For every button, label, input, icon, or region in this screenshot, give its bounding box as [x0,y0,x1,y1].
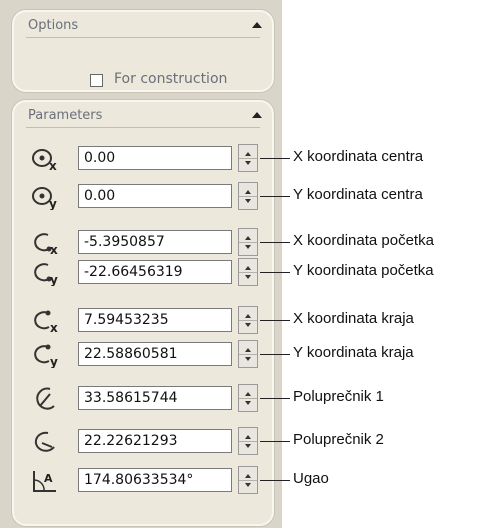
param-row-center-x: x X koordinata centra [0,144,423,174]
param-row-end-y: y Y koordinata kraja [0,340,414,370]
start-y-icon: y [30,260,62,286]
end-y-spinner[interactable] [238,340,258,368]
svg-text:A: A [44,472,53,485]
end-x-input[interactable] [78,308,232,332]
spin-up-icon[interactable] [245,474,251,478]
param-row-start-x: x X koordinata početka [0,228,434,258]
radius1-icon [30,386,62,412]
callout-leader [260,242,290,243]
callout-leader [260,480,290,481]
spin-down-icon[interactable] [245,323,251,327]
for-construction-checkbox[interactable] [90,74,103,87]
start-y-spinner[interactable] [238,258,258,286]
svg-text:x: x [50,321,58,334]
param-row-angle: A Ugao [0,466,329,496]
spinner-divider [239,480,257,481]
spin-up-icon[interactable] [245,435,251,439]
spinner-divider [239,354,257,355]
spin-up-icon[interactable] [245,314,251,318]
spin-down-icon[interactable] [245,483,251,487]
svg-text:x: x [50,243,58,256]
callout-leader [260,158,290,159]
callout-leader [260,354,290,355]
center-x-spinner[interactable] [238,144,258,172]
radius1-spinner[interactable] [238,384,258,412]
callout-leader [260,272,290,273]
callout-start-y: Y koordinata početka [293,262,434,279]
spin-down-icon[interactable] [245,199,251,203]
spin-up-icon[interactable] [245,236,251,240]
spin-down-icon[interactable] [245,245,251,249]
center-y-input[interactable] [78,184,232,208]
angle-input[interactable] [78,468,232,492]
collapse-options-icon[interactable] [252,22,262,28]
callout-leader [260,196,290,197]
callout-center-x: X koordinata centra [293,148,424,165]
spinner-divider [239,320,257,321]
spinner-divider [239,441,257,442]
options-title: Options [28,18,79,33]
spinner-divider [239,158,257,159]
center-x-input[interactable] [78,146,232,170]
spinner-divider [239,398,257,399]
angle-spinner[interactable] [238,466,258,494]
svg-text:y: y [50,355,58,368]
end-x-icon: x [30,308,62,334]
options-title-rule [26,37,260,38]
callout-radius1: Poluprečnik 1 [293,388,384,405]
spin-up-icon[interactable] [245,392,251,396]
parameters-title: Parameters [28,108,103,123]
radius1-input[interactable] [78,386,232,410]
spin-down-icon[interactable] [245,444,251,448]
for-construction-label: For construction [114,71,228,87]
collapse-parameters-icon[interactable] [252,112,262,118]
spin-up-icon[interactable] [245,190,251,194]
param-row-end-x: x X koordinata kraja [0,306,414,336]
radius2-spinner[interactable] [238,427,258,455]
callout-leader [260,398,290,399]
spin-up-icon[interactable] [245,266,251,270]
param-row-center-y: y Y koordinata centra [0,182,423,212]
end-y-icon: y [30,342,62,368]
param-row-radius1: Poluprečnik 1 [0,384,384,414]
spin-down-icon[interactable] [245,275,251,279]
start-x-icon: x [30,230,62,256]
spinner-divider [239,242,257,243]
spinner-divider [239,196,257,197]
spin-up-icon[interactable] [245,152,251,156]
callout-start-x: X koordinata početka [293,232,434,249]
center-y-icon: y [30,184,62,210]
end-y-input[interactable] [78,342,232,366]
radius2-input[interactable] [78,429,232,453]
callout-leader [260,441,290,442]
svg-text:y: y [49,197,57,210]
spin-down-icon[interactable] [245,161,251,165]
center-y-spinner[interactable] [238,182,258,210]
spinner-divider [239,272,257,273]
callout-leader [260,320,290,321]
property-panel: Options For construction Parameters x X … [0,0,434,528]
end-x-spinner[interactable] [238,306,258,334]
start-y-input[interactable] [78,260,232,284]
center-x-icon: x [30,146,62,172]
radius2-icon [30,429,62,455]
start-x-input[interactable] [78,230,232,254]
angle-icon: A [30,468,62,494]
param-row-radius2: Poluprečnik 2 [0,427,384,457]
param-row-start-y: y Y koordinata početka [0,258,434,288]
spin-down-icon[interactable] [245,401,251,405]
svg-text:y: y [50,273,58,286]
callout-angle: Ugao [293,470,329,487]
callout-end-y: Y koordinata kraja [293,344,414,361]
parameters-title-rule [26,127,260,128]
options-group: Options For construction [12,10,274,92]
spin-down-icon[interactable] [245,357,251,361]
callout-radius2: Poluprečnik 2 [293,431,384,448]
callout-center-y: Y koordinata centra [293,186,423,203]
svg-text:x: x [49,159,57,172]
callout-end-x: X koordinata kraja [293,310,414,327]
start-x-spinner[interactable] [238,228,258,256]
spin-up-icon[interactable] [245,348,251,352]
